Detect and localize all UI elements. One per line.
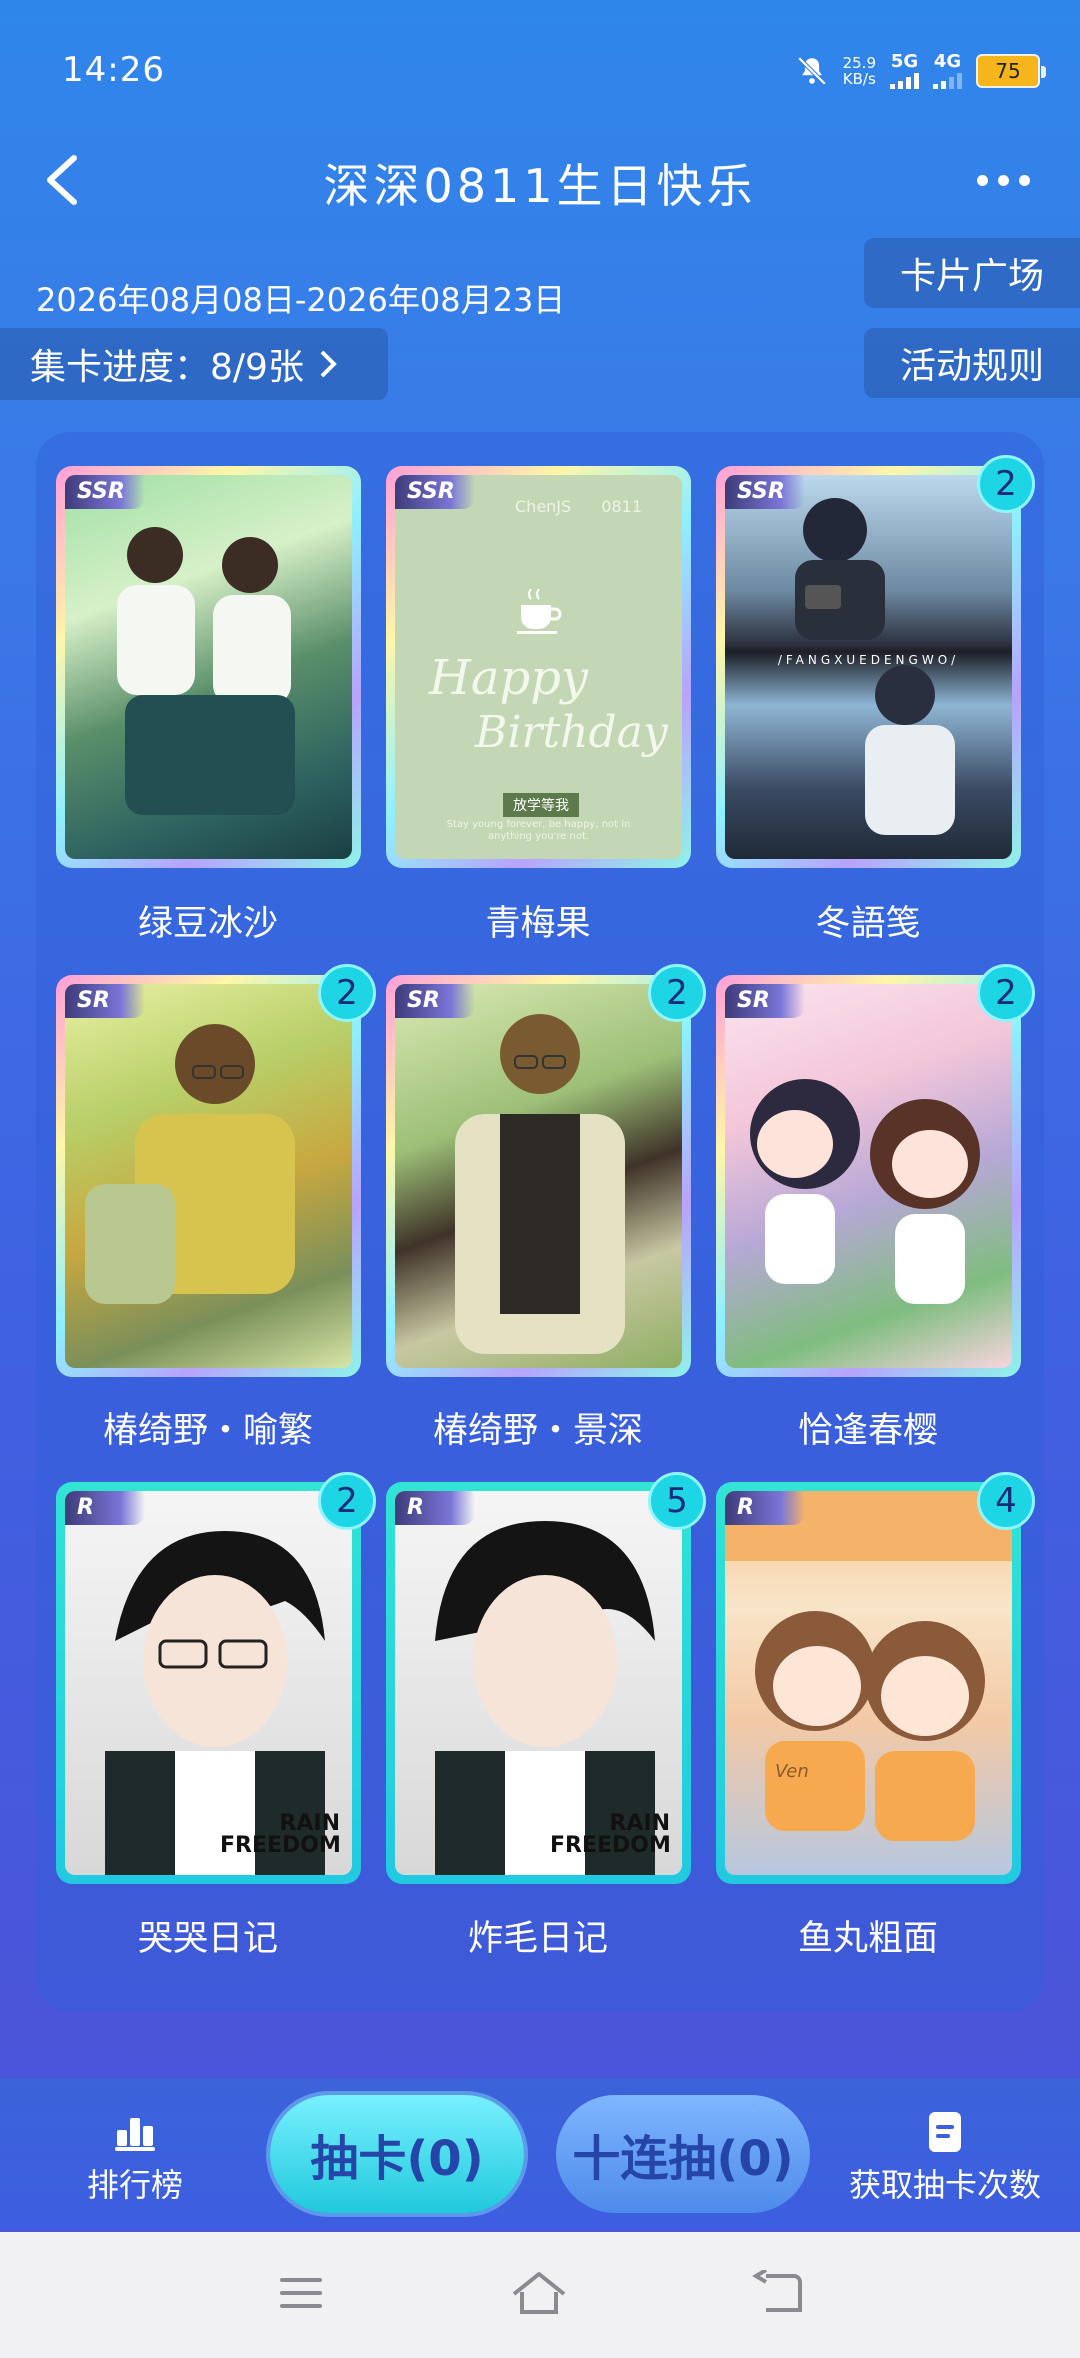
card-item[interactable] xyxy=(56,466,361,868)
card-count-badge: 2 xyxy=(648,964,706,1022)
card-name: 椿绮野・喻繁 xyxy=(102,1411,313,1451)
status-time: 14:26 xyxy=(62,50,165,90)
card-item[interactable]: /FANGXUEDENGWO/ xyxy=(716,466,1021,868)
signal-5g-label: 5G xyxy=(890,51,919,72)
status-icons: 25.9 KB/s 5G 4G 75 xyxy=(795,48,1046,94)
home-icon[interactable] xyxy=(510,2270,568,2316)
leaderboard-label: 排行榜 xyxy=(86,2166,183,2204)
back-nav-icon[interactable] xyxy=(752,2270,804,2316)
card-artwork: /FANGXUEDENGWO/ xyxy=(725,475,1012,859)
card-item[interactable]: RAIN FREEDOM xyxy=(386,1482,691,1884)
card-name: 青梅果 xyxy=(485,904,591,944)
get-draw-chances-label: 获取抽卡次数 xyxy=(848,2166,1041,2204)
leaderboard-icon xyxy=(115,2118,155,2151)
leaderboard-button[interactable]: 排行榜 xyxy=(80,2110,190,2206)
card-art-script: Birthday xyxy=(475,707,668,758)
rarity-badge: SSR xyxy=(65,475,145,509)
card-square-button[interactable]: 卡片广场 xyxy=(864,238,1080,308)
card-item[interactable]: ChenJS 0811 Happy Birthday 放学等我 Stay you… xyxy=(386,466,691,868)
chevron-right-icon xyxy=(320,350,337,378)
menu-icon[interactable] xyxy=(278,2270,324,2316)
document-icon xyxy=(929,2112,961,2152)
card-illustration xyxy=(85,1024,295,1304)
card-item[interactable] xyxy=(716,975,1021,1377)
card-count-badge: 5 xyxy=(648,1472,706,1530)
card-artwork xyxy=(725,984,1012,1368)
signal-4g-label: 4G xyxy=(933,51,962,72)
card-art-text: 0811 xyxy=(601,497,642,516)
network-speed: 25.9 KB/s xyxy=(842,53,876,88)
card-name: 冬語笺 xyxy=(815,904,921,944)
card-count-badge: 2 xyxy=(977,455,1035,513)
rarity-badge: SSR xyxy=(725,475,805,509)
card-item[interactable]: Ven xyxy=(716,1482,1021,1884)
dot-icon xyxy=(977,174,988,186)
draw-card-button[interactable]: 抽卡(0) xyxy=(270,2095,524,2213)
card-artwork: RAIN FREEDOM xyxy=(65,1491,352,1875)
page-title: 深深0811生日快乐 xyxy=(323,159,757,213)
card-name: 绿豆冰沙 xyxy=(137,904,278,944)
card-artwork: RAIN FREEDOM xyxy=(395,1491,682,1875)
card-name: 椿绮野・景深 xyxy=(432,1411,643,1451)
signal-5g: 5G xyxy=(890,53,919,89)
signal-4g: 4G xyxy=(933,53,962,89)
card-name: 炸毛日记 xyxy=(467,1919,608,1959)
signal-bars-icon xyxy=(890,73,919,89)
card-art-sign: Ven xyxy=(775,1761,809,1782)
card-artwork: Ven xyxy=(725,1491,1012,1875)
card-name: 哭哭日记 xyxy=(137,1919,278,1959)
card-artwork xyxy=(395,984,682,1368)
event-date-range: 2026年08月08日-2026年08月23日 xyxy=(36,281,566,319)
dot-icon xyxy=(998,174,1009,186)
rarity-badge: R xyxy=(725,1491,805,1525)
speed-value: 25.9 xyxy=(842,53,876,72)
card-artwork xyxy=(65,475,352,859)
activity-rules-button[interactable]: 活动规则 xyxy=(864,328,1080,398)
card-count-badge: 4 xyxy=(977,1472,1035,1530)
card-item[interactable] xyxy=(56,975,361,1377)
card-illustration xyxy=(455,1014,625,1354)
battery-icon: 75 xyxy=(976,54,1046,88)
card-illustration xyxy=(795,498,955,835)
mute-bell-icon xyxy=(797,56,826,86)
card-name: 鱼丸粗面 xyxy=(797,1919,938,1959)
card-artwork xyxy=(65,984,352,1368)
card-item[interactable] xyxy=(386,975,691,1377)
rarity-badge: R xyxy=(395,1491,475,1525)
collection-progress-button[interactable]: 集卡进度：8/9张 xyxy=(0,328,388,400)
card-count-badge: 2 xyxy=(977,964,1035,1022)
card-illustration xyxy=(725,1491,1012,1841)
card-count-badge: 2 xyxy=(318,1472,376,1530)
card-art-banner: /FANGXUEDENGWO/ xyxy=(777,653,960,667)
ten-draw-button[interactable]: 十连抽(0) xyxy=(556,2095,810,2213)
card-name: 恰逢春樱 xyxy=(797,1411,938,1451)
card-illustration xyxy=(117,527,295,815)
speed-unit: KB/s xyxy=(842,70,876,88)
dot-icon xyxy=(1019,174,1030,186)
rarity-badge: SR xyxy=(65,984,145,1018)
coffee-cup-icon xyxy=(517,588,562,634)
card-count-badge: 2 xyxy=(318,964,376,1022)
signal-bars-icon xyxy=(933,73,962,89)
card-art-script: Happy xyxy=(429,650,589,706)
card-illustration xyxy=(750,1079,980,1304)
more-button[interactable] xyxy=(977,160,1030,200)
rarity-badge: SSR xyxy=(395,475,475,509)
card-art-logo: RAIN FREEDOM xyxy=(550,1811,671,1858)
card-art-badge: 放学等我 xyxy=(503,793,579,817)
get-draw-chances-button[interactable]: 获取抽卡次数 xyxy=(840,2110,1050,2206)
rarity-badge: SR xyxy=(395,984,475,1018)
rarity-badge: R xyxy=(65,1491,145,1525)
collection-progress-label: 集卡进度：8/9张 xyxy=(30,347,304,388)
card-item[interactable]: RAIN FREEDOM xyxy=(56,1482,361,1884)
card-art-text: ChenJS xyxy=(515,497,572,516)
card-art-footer: Stay young forever, be happy, not in any… xyxy=(446,819,631,842)
card-artwork: ChenJS 0811 Happy Birthday 放学等我 Stay you… xyxy=(395,475,682,859)
rarity-badge: SR xyxy=(725,984,805,1018)
card-art-logo: RAIN FREEDOM xyxy=(220,1811,341,1858)
